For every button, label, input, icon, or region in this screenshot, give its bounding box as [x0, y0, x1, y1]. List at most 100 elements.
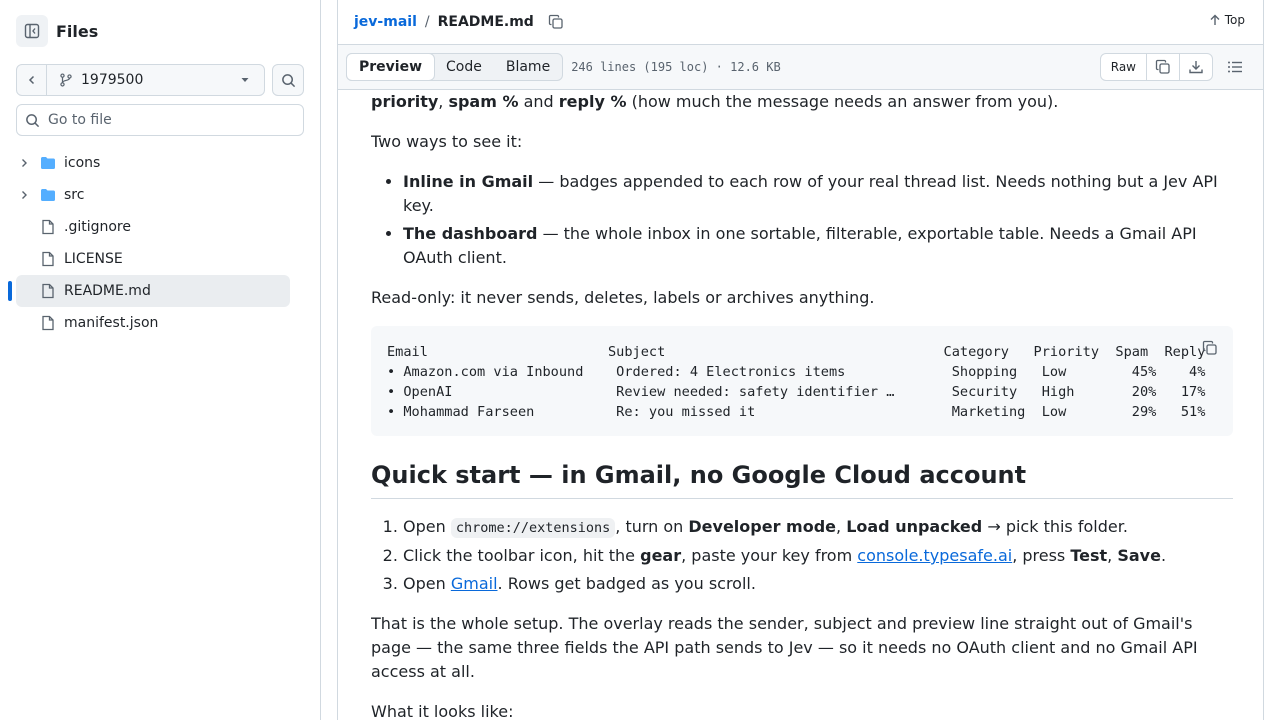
- tree-item-gitignore[interactable]: .gitignore: [16, 211, 290, 243]
- looks-like-paragraph: What it looks like:: [371, 702, 514, 720]
- file-icon: [40, 251, 56, 267]
- bold-text: Inline in Gmail: [403, 172, 534, 191]
- text: ,: [836, 517, 847, 536]
- tab-code[interactable]: Code: [434, 54, 494, 80]
- text: Click the toolbar icon, hit the: [403, 546, 641, 565]
- file-icon: [40, 219, 56, 235]
- gmail-link[interactable]: Gmail: [451, 574, 498, 593]
- collapse-sidebar-button[interactable]: [16, 15, 48, 47]
- back-to-top-button[interactable]: Top: [1209, 13, 1245, 27]
- text: , press: [1012, 546, 1071, 565]
- tree-item-label: src: [64, 187, 85, 203]
- tree-item-label: README.md: [64, 283, 151, 299]
- copy-icon: [1155, 59, 1170, 74]
- arrow-up-icon: [1210, 14, 1220, 25]
- code-line: • Mohammad Farseen Re: you missed it Mar…: [387, 404, 1206, 420]
- file-icon: [40, 315, 56, 331]
- copy-raw-button[interactable]: [1146, 54, 1179, 80]
- bold-text: gear: [640, 546, 682, 565]
- two-ways-paragraph: Two ways to see it:: [371, 132, 523, 151]
- bold-text: The dashboard: [403, 224, 538, 243]
- text: → pick this folder.: [982, 517, 1128, 536]
- search-icon: [281, 73, 295, 87]
- code-line: • Amazon.com via Inbound Ordered: 4 Elec…: [387, 364, 1206, 380]
- steps-list: Open chrome://extensions, turn on Develo…: [371, 515, 1233, 596]
- chevron-left-icon: [28, 75, 34, 85]
- tab-preview[interactable]: Preview: [346, 53, 436, 81]
- go-to-file-field[interactable]: [16, 104, 304, 136]
- sidebar-title: Files: [56, 21, 99, 41]
- copy-icon: [548, 14, 563, 29]
- breadcrumb-repo-link[interactable]: jev-mail: [354, 14, 417, 30]
- quickstart-heading: Quick start — in Gmail, no Google Cloud …: [371, 460, 1233, 499]
- text: ,: [1107, 546, 1118, 565]
- outline-button[interactable]: [1227, 59, 1243, 79]
- console-link[interactable]: console.typesafe.ai: [857, 546, 1012, 565]
- text: and: [518, 92, 559, 111]
- tree-item-readme[interactable]: README.md: [8, 275, 290, 307]
- branch-dropdown[interactable]: 1979500: [47, 65, 264, 95]
- readonly-paragraph: Read-only: it never sends, deletes, labe…: [371, 288, 875, 307]
- copy-path-button[interactable]: [548, 14, 564, 30]
- text: ,: [438, 92, 449, 111]
- tree-item-label: icons: [64, 155, 101, 171]
- tree-item-icons[interactable]: icons: [16, 147, 290, 179]
- file-toolbar: Preview Code Blame 246 lines (195 loc) ·…: [338, 45, 1263, 90]
- copy-icon: [1202, 340, 1217, 355]
- breadcrumb-file: README.md: [437, 14, 534, 30]
- tree-item-label: LICENSE: [64, 251, 123, 267]
- bold-text: Test: [1070, 546, 1108, 565]
- file-icon: [40, 283, 56, 299]
- chevron-right-icon[interactable]: [16, 158, 32, 168]
- sidebar-collapse-icon: [24, 23, 40, 39]
- text: Open: [403, 517, 451, 536]
- list-item: The dashboard — the whole inbox in one s…: [403, 222, 1233, 270]
- view-mode-tabs: Preview Code Blame: [346, 53, 564, 81]
- list-item: Click the toolbar icon, hit the gear, pa…: [403, 544, 1233, 568]
- intro-paragraph: priority, spam % and reply % (how much t…: [371, 90, 1233, 114]
- code-block: Email Subject Category Priority Spam Rep…: [371, 326, 1233, 436]
- text: Open: [403, 574, 451, 593]
- file-tree-sidebar: Files 1979500 icons src: [0, 0, 321, 720]
- top-label: Top: [1224, 13, 1245, 27]
- active-indicator: [8, 281, 12, 301]
- bold-text: Load unpacked: [846, 517, 983, 536]
- search-icon: [26, 113, 40, 127]
- bold-text: priority: [371, 92, 439, 111]
- bold-text: spam %: [448, 92, 519, 111]
- back-button[interactable]: [17, 65, 47, 95]
- tree-item-label: manifest.json: [64, 315, 159, 331]
- folder-icon: [40, 155, 56, 171]
- git-branch-icon: [60, 73, 72, 87]
- text: . Rows get badged as you scroll.: [497, 574, 756, 593]
- chevron-right-icon[interactable]: [16, 190, 32, 200]
- go-to-file-input[interactable]: [48, 112, 288, 128]
- readme-content: priority, spam % and reply % (how much t…: [371, 90, 1233, 720]
- copy-code-button[interactable]: [1202, 340, 1218, 362]
- text: .: [1160, 546, 1167, 565]
- file-view: jev-mail / README.md Top Preview Code Bl…: [337, 0, 1264, 720]
- bold-text: Developer mode: [688, 517, 837, 536]
- raw-button[interactable]: Raw: [1101, 54, 1146, 80]
- file-tree: icons src .gitignore LICENSE README.md m…: [8, 147, 290, 339]
- setup-paragraph: That is the whole setup. The overlay rea…: [371, 614, 1198, 681]
- tree-item-label: .gitignore: [64, 219, 131, 235]
- download-button[interactable]: [1179, 54, 1212, 80]
- download-icon: [1189, 61, 1203, 74]
- branch-selector: 1979500: [16, 64, 265, 96]
- branch-row: 1979500: [16, 64, 304, 96]
- tree-item-license[interactable]: LICENSE: [16, 243, 290, 275]
- list-item: Open Gmail. Rows get badged as you scrol…: [403, 572, 1233, 596]
- search-files-button[interactable]: [272, 64, 304, 96]
- list-outline-icon: [1228, 61, 1242, 73]
- text: , paste your key from: [681, 546, 858, 565]
- list-item: Inline in Gmail — badges appended to eac…: [403, 170, 1233, 218]
- bold-text: reply %: [558, 92, 627, 111]
- tab-blame[interactable]: Blame: [494, 54, 562, 80]
- branch-name: 1979500: [81, 72, 144, 88]
- tree-item-src[interactable]: src: [16, 179, 290, 211]
- ways-list: Inline in Gmail — badges appended to eac…: [371, 170, 1233, 270]
- folder-icon: [40, 187, 56, 203]
- tree-item-manifest[interactable]: manifest.json: [16, 307, 290, 339]
- breadcrumb-separator: /: [424, 14, 430, 30]
